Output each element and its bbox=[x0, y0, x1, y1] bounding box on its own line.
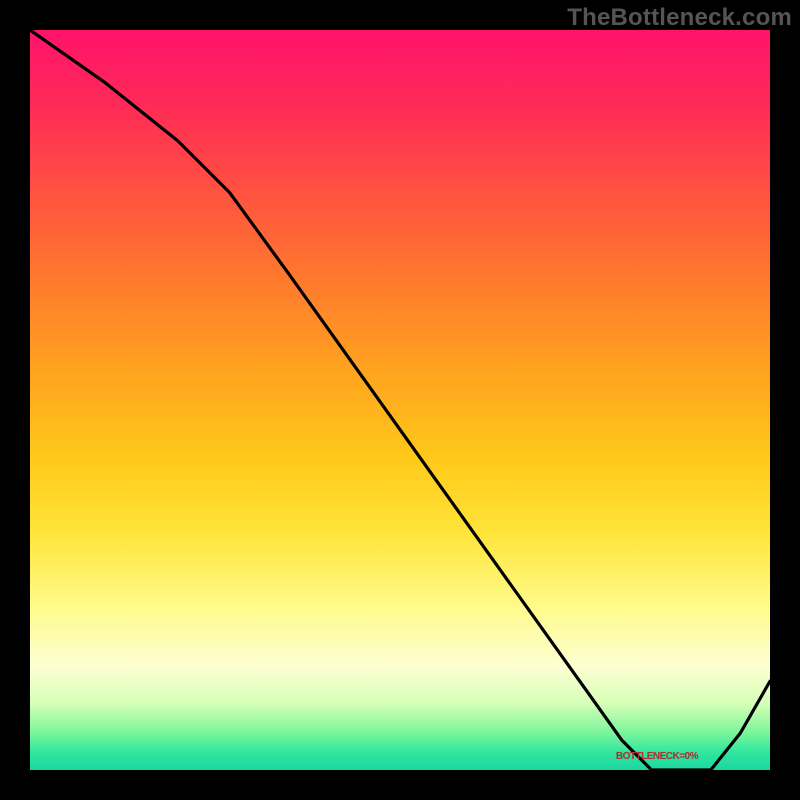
chart-frame: TheBottleneck.com BOTTLENECK=0% bbox=[0, 0, 800, 800]
series-label-bottleneck: BOTTLENECK=0% bbox=[614, 751, 700, 762]
line-series-svg bbox=[30, 30, 770, 770]
bottleneck-curve-path bbox=[30, 30, 770, 770]
plot-area: BOTTLENECK=0% bbox=[30, 30, 770, 770]
watermark-label: TheBottleneck.com bbox=[567, 4, 792, 32]
